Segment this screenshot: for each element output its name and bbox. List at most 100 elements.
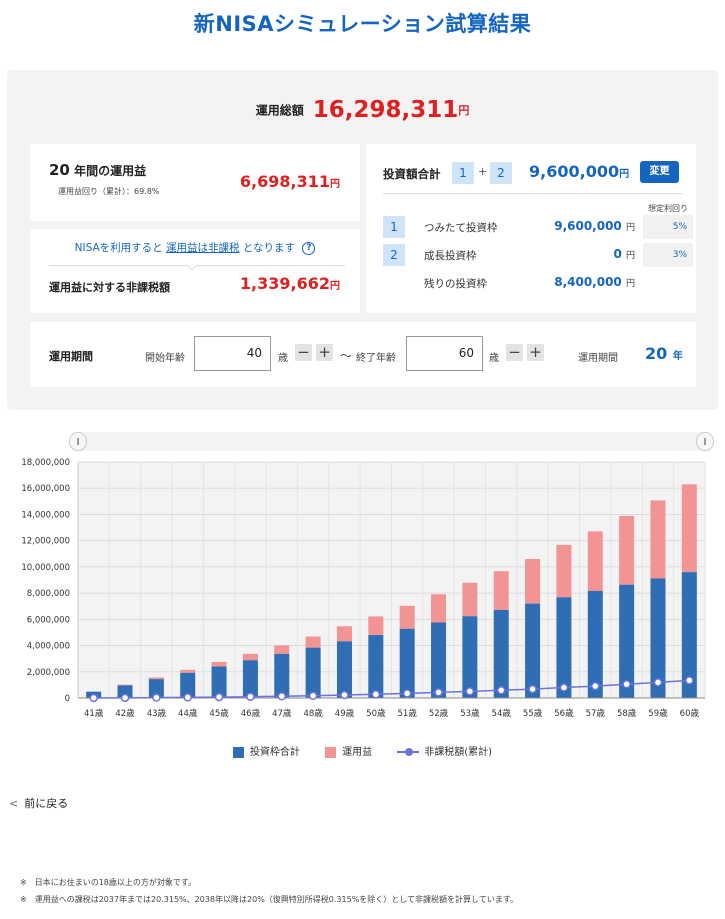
bar-profit	[211, 661, 227, 667]
y-tick-label: 6,000,000	[27, 615, 70, 625]
x-tick-label: 45歳	[209, 708, 229, 719]
profit-card: 20 年間の運用益 運用益回り（累計）：69.8% 6,698,311円	[30, 144, 360, 221]
row-value: 9,600,000 円	[554, 219, 635, 233]
x-tick-label: 55歳	[523, 708, 543, 719]
legend-tax-free[interactable]: 非課税額(累計)	[397, 743, 492, 758]
legend-line-tax-free	[397, 747, 420, 757]
profit-years-number: 20	[49, 161, 70, 179]
bar-invest	[493, 609, 509, 698]
bar-invest	[556, 597, 572, 698]
x-tick-label: 50歳	[366, 708, 386, 719]
total-unit: 円	[458, 104, 470, 117]
legend-profit[interactable]: 運用益	[325, 743, 372, 758]
profit-unit: 円	[330, 179, 340, 190]
age-unit: 歳	[278, 353, 288, 364]
profit-years: 20 年間の運用益	[49, 161, 146, 179]
x-tick-label: 42歳	[115, 708, 135, 719]
chart-legend: 投資枠合計 運用益 非課税額(累計)	[0, 743, 725, 758]
row-unit: 円	[625, 223, 635, 233]
plus-sign: +	[478, 165, 488, 178]
point-tax-free	[653, 678, 663, 687]
remaining-row: 残りの投資枠 8,400,000 円	[366, 271, 696, 295]
bar-profit	[587, 531, 603, 592]
point-tax-free	[591, 681, 600, 691]
range-slider-start-handle[interactable]	[69, 432, 87, 451]
profit-value: 6,698,311円	[240, 172, 340, 191]
bar-invest	[399, 628, 415, 698]
x-tick-label: 44歳	[178, 708, 198, 719]
point-tax-free	[496, 686, 506, 695]
profit-years-label: 年間の運用益	[74, 164, 147, 178]
duration-label: 運用期間	[578, 353, 618, 364]
row-unit: 円	[625, 251, 635, 261]
row-label: 残りの投資枠	[424, 278, 487, 290]
row-amount: 9,600,000	[554, 219, 622, 233]
investment-total-amount: 9,600,000	[529, 162, 620, 181]
end-age-input[interactable]: 60	[406, 336, 483, 371]
help-icon[interactable]: ?	[302, 241, 316, 255]
investment-total-unit: 円	[619, 169, 630, 180]
tax-note-link[interactable]: 運用益は非課税	[166, 242, 240, 254]
x-tick-label: 53歳	[460, 708, 480, 719]
back-link[interactable]: < 前に戻る	[9, 795, 68, 811]
divider	[383, 193, 683, 194]
start-age-label: 開始年齢	[145, 353, 185, 364]
x-tick-label: 49歳	[335, 708, 355, 719]
start-age-plus-button[interactable]: +	[316, 344, 333, 361]
investment-title: 投資額合計	[383, 167, 441, 181]
y-tick-label: 18,000,000	[21, 458, 70, 468]
page-title: 新NISAシミュレーション試算結果	[193, 12, 532, 36]
tax-free-card: NISAを利用すると 運用益は非課税 となります ? 運用益に対する非課税額 1…	[30, 229, 360, 313]
point-tax-free	[528, 684, 537, 694]
x-tick-label: 51歳	[398, 708, 418, 719]
x-tick-label: 56歳	[554, 708, 574, 719]
end-age-minus-button[interactable]: −	[506, 344, 523, 361]
tax-note-suffix: となります	[242, 242, 296, 254]
bar-invest	[431, 622, 447, 698]
x-tick-label: 41歳	[84, 708, 104, 719]
point-tax-free	[214, 692, 224, 702]
change-button[interactable]: 変更	[640, 161, 679, 183]
point-tax-free	[246, 692, 255, 701]
start-age-input[interactable]: 40	[194, 336, 271, 371]
start-age-minus-button[interactable]: −	[295, 344, 312, 361]
bar-profit	[462, 582, 478, 617]
duration-value: 20 年	[645, 344, 683, 363]
tax-free-label: 運用益に対する非課税額	[49, 281, 170, 294]
range-slider-track[interactable]	[75, 432, 710, 451]
bar-profit	[556, 544, 572, 598]
legend-invest[interactable]: 投資枠合計	[232, 743, 300, 758]
asset-chart: 0 2,000,000 4,000,000 6,000,000 8,000,000 10,…	[21, 458, 706, 719]
rate-value: 3%	[643, 243, 693, 267]
age-unit: 歳	[489, 353, 499, 364]
point-tax-free	[622, 679, 631, 689]
range-slider-end-handle[interactable]	[696, 432, 714, 451]
tax-free-value: 1,339,662円	[240, 274, 340, 293]
legend-swatch-invest	[232, 746, 244, 758]
bar-invest	[368, 635, 384, 698]
point-tax-free	[89, 693, 98, 703]
duration-number: 20	[645, 344, 668, 363]
y-tick-label: 2,000,000	[27, 668, 70, 678]
bar-profit	[117, 684, 133, 686]
bar-profit	[368, 616, 384, 636]
point-tax-free	[340, 690, 349, 700]
end-age-plus-button[interactable]: +	[527, 344, 544, 361]
bar-profit	[399, 605, 415, 629]
x-tick-label: 59歳	[648, 708, 668, 719]
bar-profit	[681, 484, 697, 573]
row-badge: 2	[383, 244, 405, 266]
total-value: 16,298,311	[312, 97, 459, 123]
legend-swatch-profit	[325, 746, 337, 758]
rate-value: 5%	[643, 215, 693, 239]
period-title: 運用期間	[49, 350, 93, 363]
range-tilde: 〜	[340, 349, 353, 363]
x-tick-label: 60歳	[680, 708, 700, 719]
speech-notch	[186, 259, 198, 271]
duration-unit: 年	[672, 351, 683, 362]
point-tax-free	[371, 690, 381, 699]
point-tax-free	[465, 687, 475, 696]
x-tick-label: 48歳	[303, 708, 323, 719]
bar-profit	[305, 636, 321, 648]
profit-amount: 6,698,311	[239, 172, 330, 191]
